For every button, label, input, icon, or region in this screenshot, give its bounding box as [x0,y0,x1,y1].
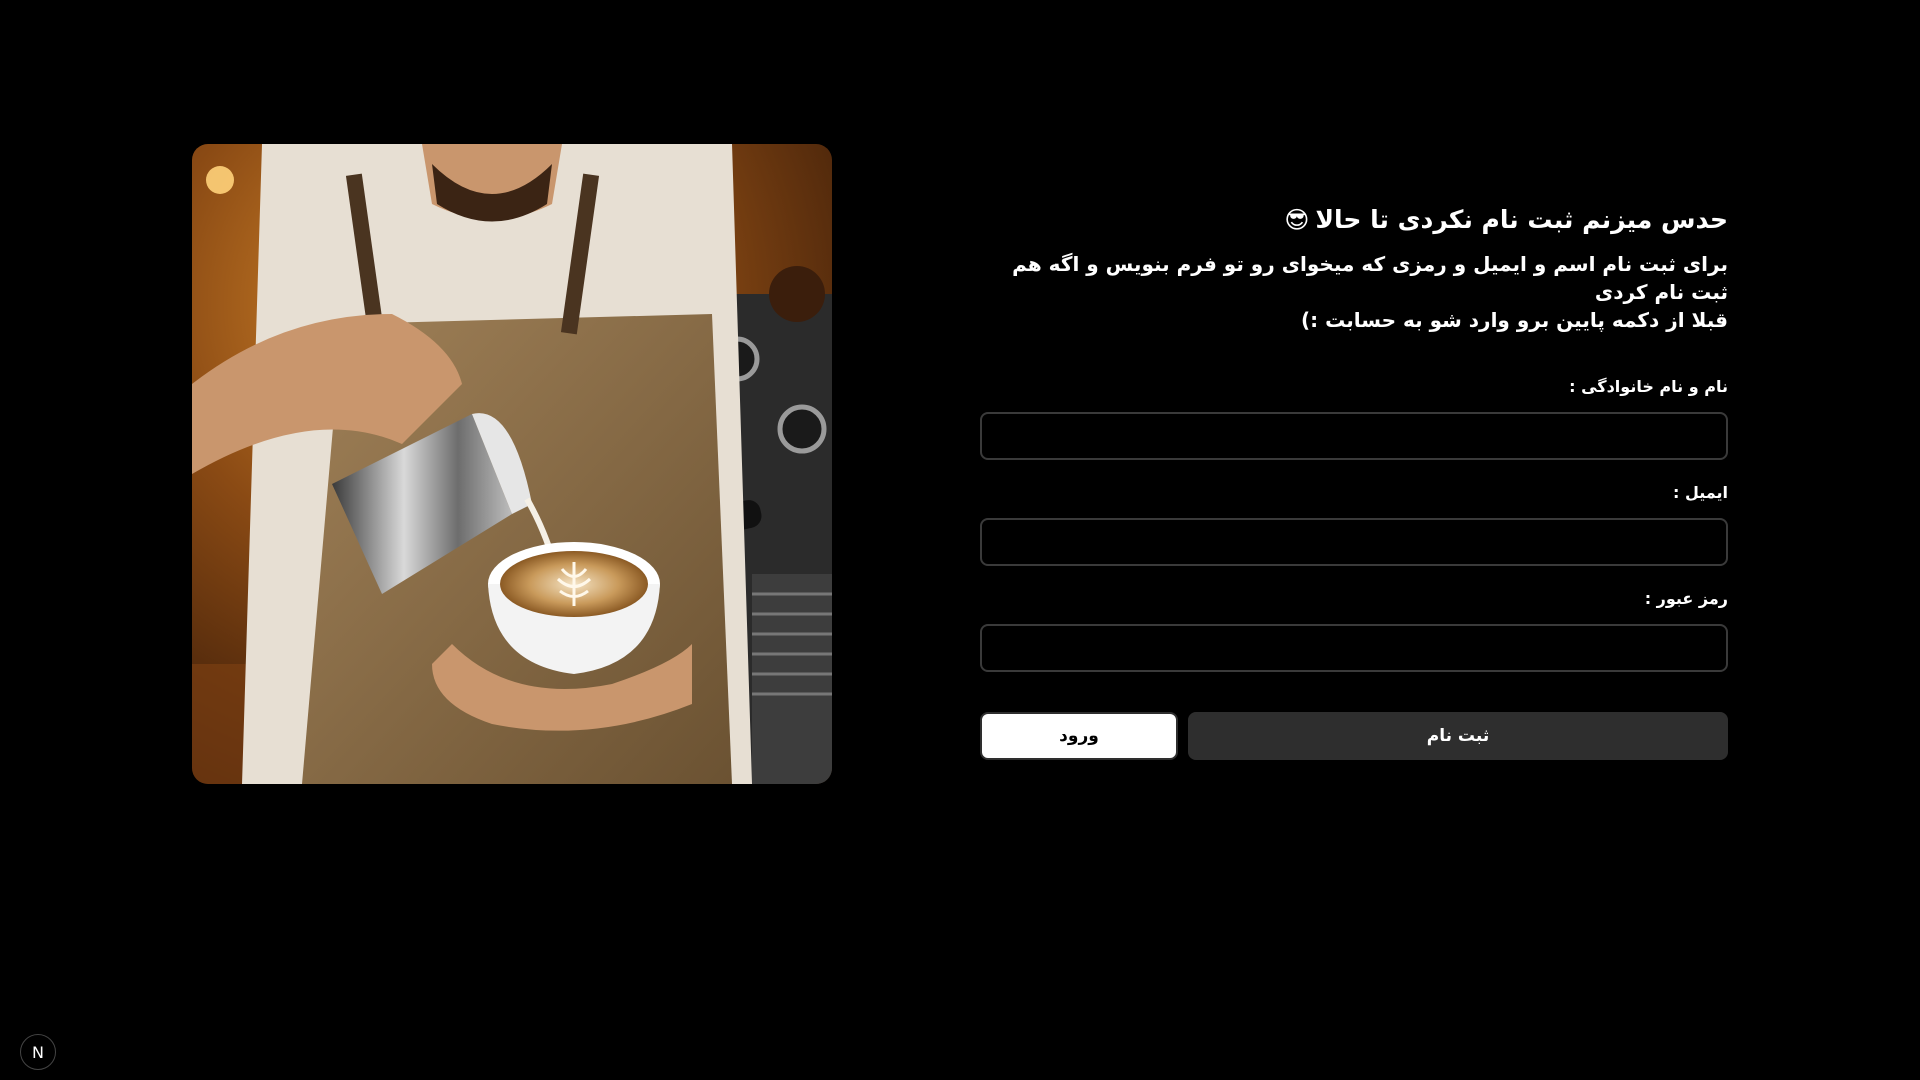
email-label: ایمیل : [1673,483,1728,502]
form-actions: ثبت نام ورود [980,712,1728,760]
password-label: رمز عبور : [1644,589,1728,608]
sunglasses-emoji-icon: 😎 [1284,206,1310,234]
login-button[interactable]: ورود [980,712,1178,760]
name-label: نام و نام خانوادگی : [1569,377,1728,396]
nextjs-logo-icon[interactable]: N [20,1034,56,1070]
title-text: حدس میزنم ثبت نام نکردی تا حالا [1315,205,1728,234]
description-line-2: قبلا از دکمه پایین برو وارد شو به حسابت … [1301,308,1728,332]
description-line-1: برای ثبت نام اسم و ایمیل و رمزی که میخوا… [1012,252,1728,304]
signup-description: برای ثبت نام اسم و ایمیل و رمزی که میخوا… [980,250,1728,334]
nextjs-glyph: N [32,1042,44,1062]
barista-illustration [192,144,832,784]
signup-panel: حدس میزنم ثبت نام نکردی تا حالا😎 برای ثب… [980,196,1728,760]
hero-image [192,144,832,784]
password-input[interactable] [980,624,1728,672]
page-title: حدس میزنم ثبت نام نکردی تا حالا😎 [980,196,1728,244]
fullname-input[interactable] [980,412,1728,460]
register-button[interactable]: ثبت نام [1188,712,1728,760]
email-input[interactable] [980,518,1728,566]
